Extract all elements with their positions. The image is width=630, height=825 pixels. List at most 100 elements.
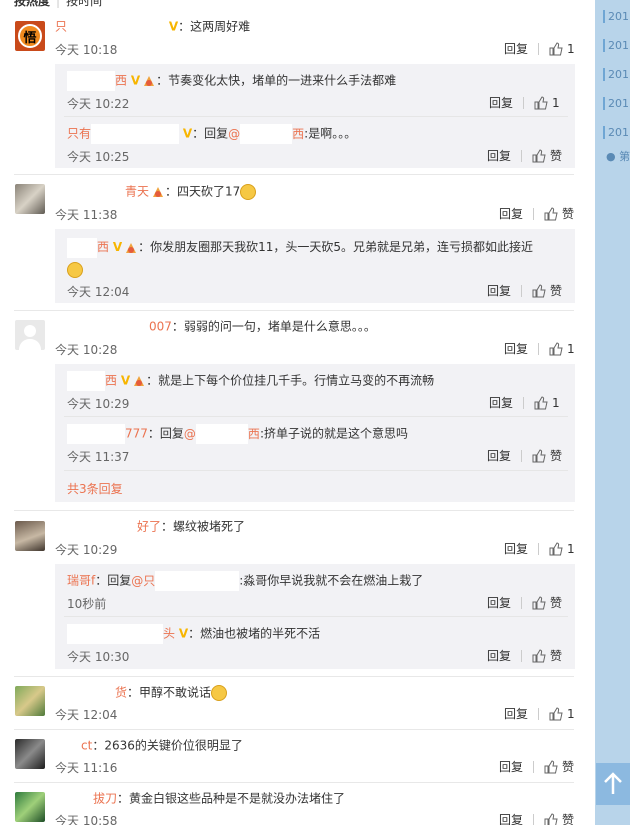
avatar[interactable] [15, 686, 45, 716]
username-link[interactable]: 西 [105, 374, 117, 388]
reply-button[interactable]: 回复 [499, 758, 523, 775]
like-count[interactable]: 1 [567, 707, 575, 721]
divider [64, 116, 568, 117]
like-count[interactable]: 1 [567, 42, 575, 56]
arrow-up-icon [604, 772, 622, 794]
timestamp: 今天 10:18 [55, 43, 118, 57]
username-link[interactable]: 西 [97, 240, 109, 254]
default-user-icon [19, 325, 41, 350]
username-link[interactable]: 007 [149, 320, 172, 334]
comment-content: 好了：螺纹被堵死了 [55, 517, 245, 537]
reply-button[interactable]: 回复 [499, 811, 523, 825]
comment-content: ct：2636的关键价位很明显了 [55, 736, 243, 756]
mention-link[interactable]: @ 西 [228, 124, 304, 144]
thumbs-up-icon[interactable] [549, 341, 563, 356]
timeline-year-link[interactable]: 201 [603, 97, 629, 110]
medal-icon [153, 187, 164, 197]
comment-content: 只 V：这两周好难 [55, 17, 250, 37]
sort-by-hot[interactable]: 按热度 [14, 0, 50, 8]
username-link[interactable]: 只有 [67, 127, 91, 141]
username-link[interactable]: 头 [163, 627, 175, 641]
timestamp: 今天 12:04 [67, 285, 130, 299]
timeline-sidebar: 201 201 201 201 201 ● 第一 [595, 0, 630, 825]
reply-button[interactable]: 回复 [489, 94, 513, 111]
avatar[interactable]: 悟 [15, 21, 45, 51]
thumbs-up-icon[interactable] [534, 395, 548, 410]
timeline-year-link[interactable]: 201 [603, 10, 629, 23]
username-link[interactable]: 青天 [125, 185, 149, 199]
username-link[interactable]: ct [81, 739, 92, 753]
mention-link[interactable]: @ 西 [184, 424, 260, 444]
reply-button[interactable]: 回复 [487, 447, 511, 464]
reply-button[interactable]: 回复 [504, 540, 528, 557]
avatar[interactable] [15, 184, 45, 214]
comment-actions: 回复 1 [504, 340, 575, 357]
comment-content: 007：弱弱的问一句，堵单是什么意思。。。 [55, 317, 376, 337]
thumbs-up-icon[interactable] [544, 812, 558, 825]
like-count[interactable]: 1 [552, 96, 560, 110]
reply-button[interactable]: 回复 [504, 340, 528, 357]
thumbs-up-icon[interactable] [534, 95, 548, 110]
timeline-year-link[interactable]: 201 [603, 39, 629, 52]
like-label[interactable]: 赞 [550, 282, 562, 299]
like-count[interactable]: 1 [552, 396, 560, 410]
timestamp: 今天 12:04 [55, 708, 118, 722]
username-link[interactable]: 777 [125, 427, 148, 441]
thumbs-up-icon[interactable] [532, 448, 546, 463]
reply-button[interactable]: 回复 [499, 205, 523, 222]
avatar[interactable] [15, 521, 45, 551]
reply-actions: 回复 赞 [487, 447, 562, 464]
thumbs-up-icon[interactable] [532, 648, 546, 663]
reply-button[interactable]: 回复 [504, 705, 528, 722]
timestamp: 今天 10:28 [55, 343, 118, 357]
reply-button[interactable]: 回复 [487, 594, 511, 611]
username-link[interactable]: 瑞哥f [67, 574, 95, 588]
like-label[interactable]: 赞 [550, 647, 562, 664]
comment-actions: 回复 赞 [499, 811, 574, 825]
reply-content: 只有 V：回复@ 西:是啊。。。 [67, 124, 356, 144]
reply-button[interactable]: 回复 [487, 147, 511, 164]
reply-button[interactable]: 回复 [487, 647, 511, 664]
timeline-year-link[interactable]: 201 [603, 68, 629, 81]
username-link[interactable]: 拔刀 [93, 792, 117, 806]
username-link[interactable]: 好了 [137, 520, 161, 534]
thumbs-up-icon[interactable] [532, 148, 546, 163]
thumbs-up-icon[interactable] [549, 41, 563, 56]
like-count[interactable]: 1 [567, 542, 575, 556]
like-label[interactable]: 赞 [562, 811, 574, 825]
thumbs-up-icon[interactable] [544, 206, 558, 221]
thumbs-up-icon[interactable] [544, 759, 558, 774]
reply-content: 西 V ：就是上下每个价位挂几千手。行情立马变的不再流畅 [67, 371, 434, 391]
username-link[interactable]: 货 [115, 686, 127, 700]
like-label[interactable]: 赞 [562, 205, 574, 222]
more-replies-link[interactable]: 共3条回复 [67, 480, 123, 497]
thumbs-up-icon[interactable] [532, 595, 546, 610]
divider [64, 616, 568, 617]
reply-button[interactable]: 回复 [487, 282, 511, 299]
like-label[interactable]: 赞 [550, 147, 562, 164]
timeline-first-link[interactable]: ● 第一 [603, 148, 630, 164]
comment-content: 货：甲醇不敢说话 [55, 683, 228, 703]
like-count[interactable]: 1 [567, 342, 575, 356]
like-label[interactable]: 赞 [550, 447, 562, 464]
avatar[interactable] [15, 320, 45, 350]
username-link[interactable]: 只 [55, 20, 67, 34]
reply-content: 头 V：燃油也被堵的半死不活 [67, 624, 320, 644]
timeline-year-link[interactable]: 201 [603, 126, 629, 139]
reply-button[interactable]: 回复 [504, 40, 528, 57]
reply-button[interactable]: 回复 [489, 394, 513, 411]
back-to-top-button[interactable] [596, 763, 630, 805]
like-label[interactable]: 赞 [562, 758, 574, 775]
timestamp: 今天 10:58 [55, 814, 118, 825]
thumbs-up-icon[interactable] [549, 541, 563, 556]
thumbs-up-icon[interactable] [549, 706, 563, 721]
sort-by-time[interactable]: 按时间 [66, 0, 102, 8]
reply-actions: 回复 赞 [487, 147, 562, 164]
thumbs-up-icon[interactable] [532, 283, 546, 298]
avatar[interactable] [15, 739, 45, 769]
username-link[interactable]: 西 [115, 74, 127, 88]
timestamp: 今天 10:29 [67, 397, 130, 411]
mention-link[interactable]: @只 [131, 571, 240, 591]
avatar[interactable] [15, 792, 45, 822]
like-label[interactable]: 赞 [550, 594, 562, 611]
